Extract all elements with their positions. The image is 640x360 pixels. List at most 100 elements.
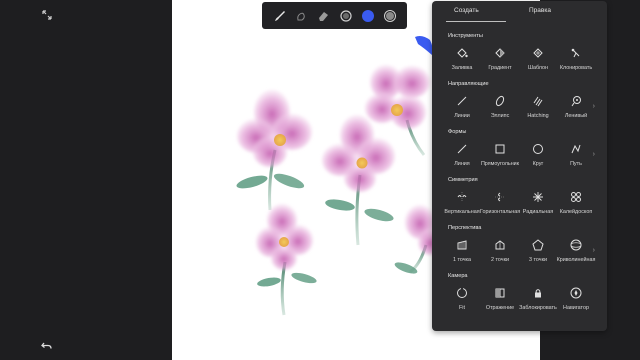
active-tab-indicator — [446, 21, 506, 22]
hatching-icon — [533, 96, 543, 107]
perspective-three-point[interactable]: 3 точки — [518, 235, 558, 269]
symmetry-kaleidoscope[interactable]: Калейдоскоп — [556, 187, 596, 221]
row-perspective: 1 точка 2 точки 3 точки Криволинейная — [432, 235, 607, 271]
symmetry-horizontal-label: Горизонтальная — [480, 209, 521, 215]
curvilinear-icon — [570, 239, 582, 251]
one-point-perspective-icon — [457, 240, 467, 250]
tool-clone[interactable]: Клонировать — [556, 43, 596, 77]
eraser-icon[interactable] — [314, 7, 332, 25]
left-rail — [0, 0, 172, 360]
flower-4 — [256, 204, 317, 316]
symmetry-kaleidoscope-label: Калейдоскоп — [559, 209, 593, 215]
brush-size-icon[interactable] — [337, 7, 355, 25]
perspective-curvilinear-label: Криволинейная — [556, 257, 596, 263]
symmetry-radial-label: Радиальная — [522, 209, 554, 215]
section-title-camera: Камера — [448, 273, 468, 279]
row-camera: Fit Отражение Заблокировать Навигатор — [432, 283, 607, 319]
shape-circle-label: Круг — [532, 161, 544, 167]
guide-ellipse-label: Эллипс — [490, 113, 510, 119]
flower-1 — [236, 90, 312, 211]
shape-rectangle[interactable]: Прямоугольник — [480, 139, 520, 173]
perspective-more-chevron-icon[interactable]: › — [593, 247, 595, 254]
tool-pattern-label: Шаблон — [528, 65, 548, 71]
navigator-icon — [570, 287, 582, 299]
rectangle-icon — [495, 144, 505, 154]
flower-2 — [322, 115, 395, 246]
row-guides: Линии Эллипс Hatching Ленивый — [432, 91, 607, 127]
shape-line[interactable]: Линия — [442, 139, 482, 173]
tool-pattern[interactable]: Шаблон — [518, 43, 558, 77]
row-shapes: Линия Прямоугольник Круг Путь — [432, 139, 607, 175]
vertical-symmetry-icon — [457, 192, 467, 202]
shape-path-label: Путь — [570, 161, 582, 167]
brush-toolbar — [262, 2, 407, 29]
shape-circle[interactable]: Круг — [518, 139, 558, 173]
row-tools: Заливка Градиент Шаблон Клонировать — [432, 43, 607, 79]
line-guide-icon — [457, 96, 467, 106]
horizontal-symmetry-icon — [495, 192, 505, 202]
camera-mirror-label: Отражение — [485, 305, 515, 311]
shape-rectangle-label: Прямоугольник — [480, 161, 520, 167]
perspective-curvilinear[interactable]: Криволинейная — [556, 235, 596, 269]
mirror-icon — [495, 288, 505, 298]
guide-hatching[interactable]: Hatching — [518, 91, 558, 125]
section-title-guides: Направляющие — [448, 81, 489, 87]
lock-icon — [535, 289, 541, 298]
smudge-icon[interactable] — [292, 7, 310, 25]
tool-fill[interactable]: Заливка — [442, 43, 482, 77]
opacity-icon[interactable] — [381, 7, 399, 25]
camera-lock[interactable]: Заблокировать — [518, 283, 558, 317]
guide-lines[interactable]: Линии — [442, 91, 482, 125]
fullscreen-icon[interactable] — [40, 8, 54, 22]
section-title-shapes: Формы — [448, 129, 467, 135]
perspective-two-point[interactable]: 2 точки — [480, 235, 520, 269]
tool-gradient[interactable]: Градиент — [480, 43, 520, 77]
tab-edit[interactable]: Правка — [529, 7, 551, 14]
two-point-perspective-icon — [495, 240, 505, 250]
camera-navigator[interactable]: Навигатор — [556, 283, 596, 317]
panel-tabs: Создать Правка — [432, 7, 607, 23]
undo-icon[interactable] — [38, 338, 54, 354]
tool-fill-label: Заливка — [451, 65, 473, 71]
perspective-one-point-label: 1 точка — [452, 257, 472, 263]
clone-stamp-icon — [571, 48, 580, 58]
camera-fit[interactable]: Fit — [442, 283, 482, 317]
section-title-tools: Инструменты — [448, 33, 483, 39]
tool-clone-label: Клонировать — [559, 65, 593, 71]
camera-fit-label: Fit — [459, 305, 465, 311]
section-title-perspective: Перспектива — [448, 225, 482, 231]
kaleidoscope-icon — [571, 192, 581, 202]
brush-icon[interactable] — [270, 7, 288, 25]
guides-more-chevron-icon[interactable]: › — [593, 103, 595, 110]
pattern-icon — [533, 48, 543, 58]
ellipse-guide-icon — [495, 95, 505, 107]
fit-icon — [457, 288, 467, 298]
guide-ellipse[interactable]: Эллипс — [480, 91, 520, 125]
tab-create[interactable]: Создать — [454, 7, 479, 14]
symmetry-vertical[interactable]: Вертикальная — [442, 187, 482, 221]
circle-icon — [533, 144, 543, 154]
line-shape-icon — [457, 144, 467, 154]
gradient-icon — [495, 48, 505, 58]
lazy-icon — [571, 96, 581, 107]
shapes-more-chevron-icon[interactable]: › — [593, 151, 595, 158]
section-title-symmetry: Симметрия — [448, 177, 478, 183]
camera-mirror[interactable]: Отражение — [480, 283, 520, 317]
guide-lines-label: Линии — [454, 113, 470, 119]
perspective-two-point-label: 2 точки — [491, 257, 509, 263]
symmetry-radial[interactable]: Радиальная — [518, 187, 558, 221]
perspective-one-point[interactable]: 1 точка — [442, 235, 482, 269]
tool-gradient-label: Градиент — [488, 65, 512, 71]
tools-panel: Создать Правка Инструменты Заливка Гради… — [432, 1, 607, 331]
shape-path[interactable]: Путь — [556, 139, 596, 173]
guide-lazy-label: Ленивый — [564, 113, 588, 119]
guide-lazy[interactable]: Ленивый — [556, 91, 596, 125]
camera-navigator-label: Навигатор — [563, 305, 589, 311]
three-point-perspective-icon — [532, 239, 544, 251]
perspective-three-point-label: 3 точки — [529, 257, 547, 263]
color-swatch-icon[interactable] — [359, 7, 377, 25]
radial-symmetry-icon — [533, 192, 543, 202]
guide-hatching-label: Hatching — [527, 113, 549, 119]
symmetry-horizontal[interactable]: Горизонтальная — [480, 187, 520, 221]
shape-line-label: Линия — [454, 161, 470, 167]
